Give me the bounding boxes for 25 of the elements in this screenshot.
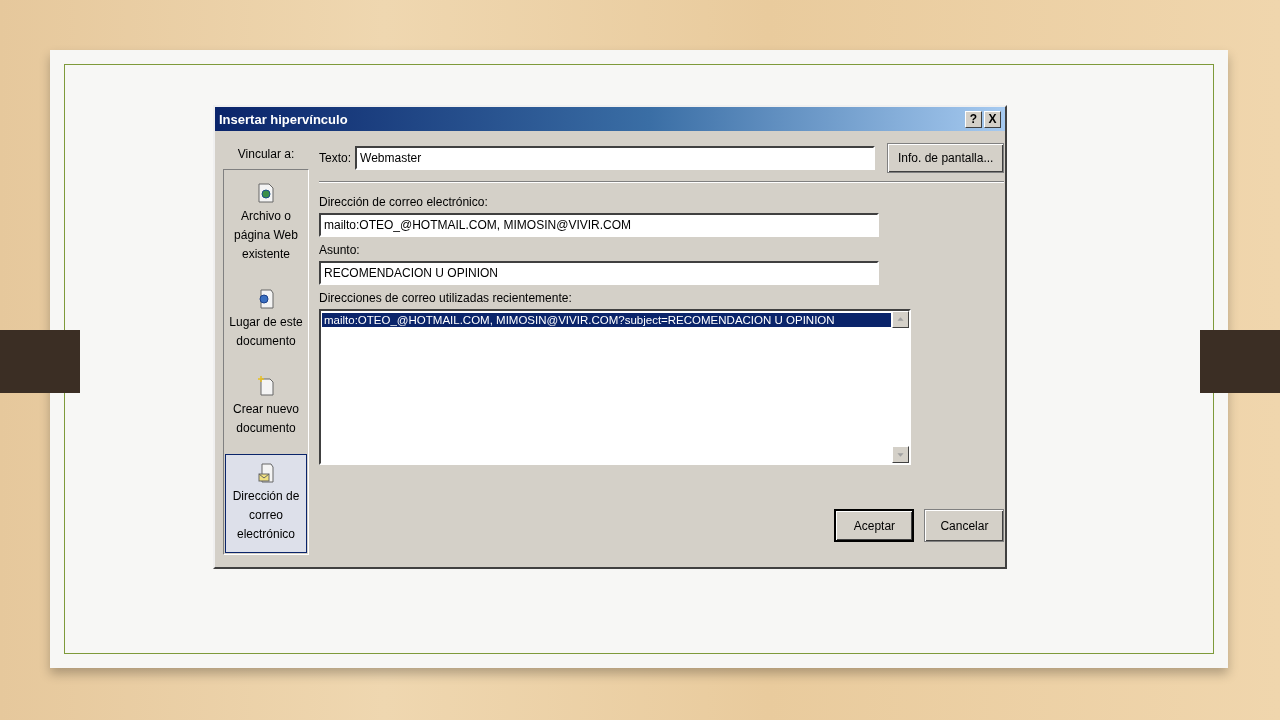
document-link-icon <box>258 289 274 309</box>
subject-label: Asunto: <box>319 243 361 257</box>
window-title: Insertar hipervínculo <box>219 111 348 127</box>
envelope-document-icon <box>258 463 274 483</box>
help-button[interactable]: ? <box>965 110 982 128</box>
link-type-item[interactable]: Crear nuevo documento <box>225 367 307 447</box>
subject-field[interactable]: RECOMENDACION U OPINION <box>319 261 879 285</box>
email-field[interactable]: mailto:OTEO_@HOTMAIL.COM, MIMOSIN@VIVIR.COM <box>319 213 879 237</box>
email-label: Dirección de correo electrónico: <box>319 195 489 209</box>
dialog-button[interactable]: Aceptar <box>834 509 915 542</box>
link-type-item[interactable]: Lugar de este documento <box>225 280 307 360</box>
scroll-up-icon[interactable] <box>892 311 909 328</box>
new-document-icon <box>258 376 274 396</box>
text-field[interactable]: Webmaster <box>355 146 875 170</box>
close-button[interactable]: X <box>984 110 1001 128</box>
dialog-button[interactable]: Cancelar <box>924 509 1005 542</box>
screen-tip-button[interactable]: Info. de pantalla... <box>887 143 1005 173</box>
scroll-down-icon[interactable] <box>892 446 909 463</box>
address-list-item[interactable]: mailto:OTEO_@HOTMAIL.COM, MIMOSIN@VIVIR.COM?subject=RECOMENDACION U OPINION <box>322 313 891 327</box>
recent-addresses-label: Direcciones de correo utilizadas recientemente: <box>319 291 573 305</box>
text-label: Texto: <box>319 151 351 165</box>
link-type-item[interactable]: Dirección de correo electrónico <box>225 454 307 553</box>
link-type-item[interactable]: Archivo o página Web existente <box>225 174 307 273</box>
link-to-label: Vincular a: <box>237 147 295 161</box>
web-page-icon <box>258 183 274 203</box>
